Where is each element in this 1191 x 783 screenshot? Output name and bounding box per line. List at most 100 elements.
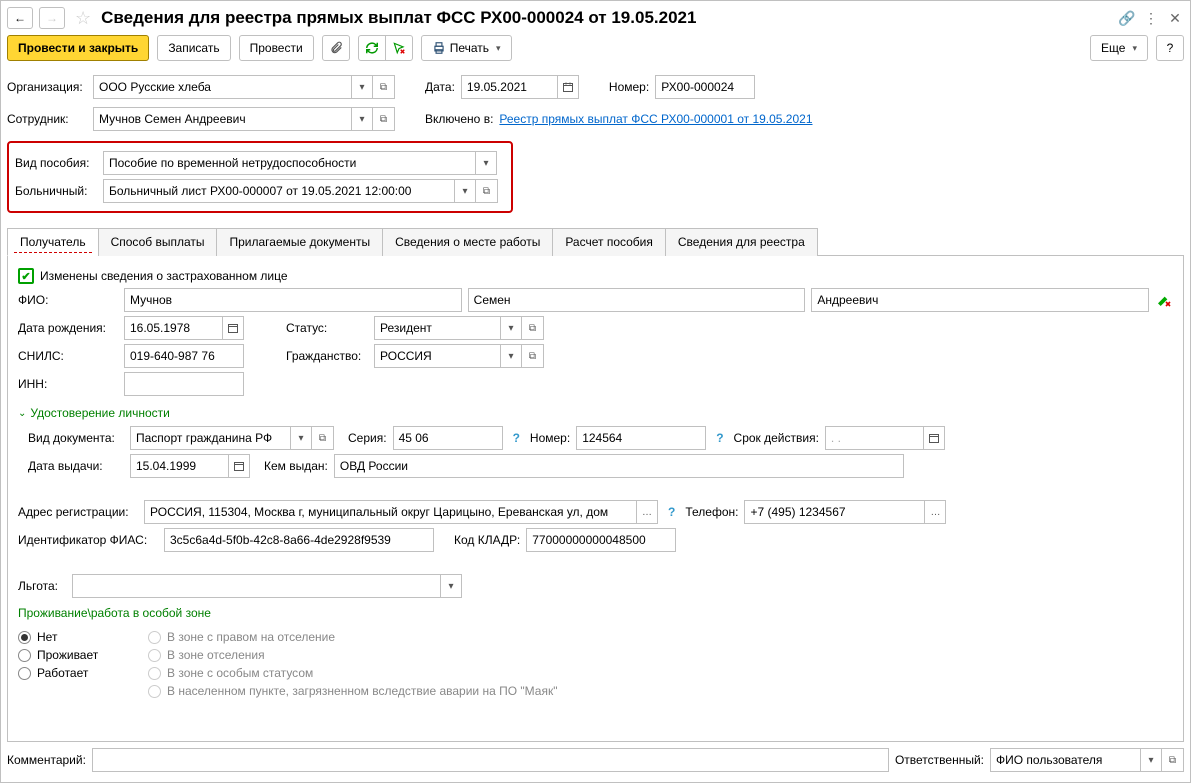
attach-button[interactable] xyxy=(322,35,350,61)
date-label: Дата: xyxy=(425,80,455,94)
comment-label: Комментарий: xyxy=(7,753,86,767)
edit-indicator-icon[interactable] xyxy=(1155,291,1173,309)
tab-workplace-info[interactable]: Сведения о месте работы xyxy=(382,228,553,256)
tab-payment-method[interactable]: Способ выплаты xyxy=(98,228,218,256)
calendar-icon[interactable] xyxy=(228,454,250,478)
zone-right-radio-0 xyxy=(148,631,161,644)
chevron-down-icon: ⌄ xyxy=(18,408,26,419)
identity-section-label: Удостоверение личности xyxy=(30,406,169,420)
middlename-input[interactable]: Андреевич xyxy=(811,288,1149,312)
close-icon[interactable]: ✕ xyxy=(1166,10,1184,27)
kladr-input[interactable]: 77000000000048500 xyxy=(526,528,676,552)
zone-right-label-0: В зоне с правом на отселение xyxy=(167,630,335,644)
open-icon[interactable]: ⧉ xyxy=(312,426,334,450)
ellipsis-icon[interactable]: … xyxy=(636,500,658,524)
lastname-input[interactable]: Мучнов xyxy=(124,288,462,312)
benefit-type-label: Вид пособия: xyxy=(15,156,97,170)
dropdown-icon[interactable]: ▾ xyxy=(454,179,476,203)
help-icon[interactable]: ? xyxy=(668,505,675,519)
menu-dots-icon[interactable]: ⋮ xyxy=(1142,10,1160,27)
more-button[interactable]: Еще xyxy=(1090,35,1148,61)
validity-input[interactable]: . . xyxy=(825,426,923,450)
dropdown-icon[interactable]: ▾ xyxy=(290,426,312,450)
fias-label: Идентификатор ФИАС: xyxy=(18,533,158,547)
zone-left-radio-2[interactable] xyxy=(18,667,31,680)
inn-input[interactable] xyxy=(124,372,244,396)
org-label: Организация: xyxy=(7,80,87,94)
open-icon[interactable]: ⧉ xyxy=(522,316,544,340)
org-input[interactable]: ООО Русские хлеба xyxy=(93,75,351,99)
citizenship-label: Гражданство: xyxy=(286,349,368,363)
favorite-star-icon[interactable]: ☆ xyxy=(75,8,91,29)
open-icon[interactable]: ⧉ xyxy=(522,344,544,368)
dropdown-icon[interactable]: ▾ xyxy=(440,574,462,598)
zone-left-radio-0[interactable] xyxy=(18,631,31,644)
number-input[interactable]: РХ00-000024 xyxy=(655,75,755,99)
firstname-input[interactable]: Семен xyxy=(468,288,806,312)
benefit-code-input[interactable] xyxy=(72,574,440,598)
link-icon[interactable]: 🔗 xyxy=(1118,10,1136,27)
comment-input[interactable] xyxy=(92,748,889,772)
responsible-input[interactable]: ФИО пользователя xyxy=(990,748,1140,772)
series-label: Серия: xyxy=(348,431,387,445)
open-icon[interactable]: ⧉ xyxy=(373,75,395,99)
calendar-icon[interactable] xyxy=(557,75,579,99)
zone-left-radio-1[interactable] xyxy=(18,649,31,662)
zone-right-label-2: В зоне с особым статусом xyxy=(167,666,313,680)
save-button[interactable]: Записать xyxy=(157,35,230,61)
dropdown-icon[interactable]: ▾ xyxy=(1140,748,1162,772)
date-input[interactable]: 19.05.2021 xyxy=(461,75,557,99)
number-label: Номер: xyxy=(609,80,649,94)
series-input[interactable]: 45 06 xyxy=(393,426,503,450)
dropdown-icon[interactable]: ▾ xyxy=(500,344,522,368)
employee-input[interactable]: Мучнов Семен Андреевич xyxy=(93,107,351,131)
dropdown-icon[interactable]: ▾ xyxy=(351,75,373,99)
issued-by-label: Кем выдан: xyxy=(264,459,328,473)
changed-checkbox[interactable]: ✔ xyxy=(18,268,34,284)
open-icon[interactable]: ⧉ xyxy=(476,179,498,203)
post-button[interactable]: Провести xyxy=(239,35,314,61)
help-button[interactable]: ? xyxy=(1156,35,1184,61)
benefit-code-label: Льгота: xyxy=(18,579,66,593)
nav-back-button[interactable]: ← xyxy=(7,7,33,29)
refresh-button[interactable] xyxy=(358,35,386,61)
tab-recipient[interactable]: Получатель xyxy=(7,228,99,256)
refresh-cancel-button[interactable] xyxy=(385,35,413,61)
issued-by-input[interactable]: ОВД России xyxy=(334,454,904,478)
open-icon[interactable]: ⧉ xyxy=(1162,748,1184,772)
calendar-icon[interactable] xyxy=(923,426,945,450)
dob-input[interactable]: 16.05.1978 xyxy=(124,316,222,340)
status-input[interactable]: Резидент xyxy=(374,316,500,340)
doc-number-input[interactable]: 124564 xyxy=(576,426,706,450)
reg-address-input[interactable]: РОССИЯ, 115304, Москва г, муниципальный … xyxy=(144,500,636,524)
dropdown-icon[interactable]: ▾ xyxy=(351,107,373,131)
ellipsis-icon[interactable]: … xyxy=(924,500,946,524)
zone-right-label-3: В населенном пункте, загрязненном вследс… xyxy=(167,684,557,698)
calendar-icon[interactable] xyxy=(222,316,244,340)
tab-attached-docs[interactable]: Прилагаемые документы xyxy=(216,228,383,256)
help-icon[interactable]: ? xyxy=(716,431,723,445)
zone-right-radio-2 xyxy=(148,667,161,680)
citizenship-input[interactable]: РОССИЯ xyxy=(374,344,500,368)
zone-right-label-1: В зоне отселения xyxy=(167,648,265,662)
doc-type-input[interactable]: Паспорт гражданина РФ xyxy=(130,426,290,450)
sicklist-input[interactable]: Больничный лист РХ00-000007 от 19.05.202… xyxy=(103,179,454,203)
included-in-link[interactable]: Реестр прямых выплат ФСС РХ00-000001 от … xyxy=(499,112,812,126)
issue-date-label: Дата выдачи: xyxy=(28,459,124,473)
issue-date-input[interactable]: 15.04.1999 xyxy=(130,454,228,478)
benefit-type-input[interactable]: Пособие по временной нетрудоспособности xyxy=(103,151,475,175)
dropdown-icon[interactable]: ▾ xyxy=(500,316,522,340)
nav-forward-button[interactable]: → xyxy=(39,7,65,29)
open-icon[interactable]: ⧉ xyxy=(373,107,395,131)
tab-benefit-calc[interactable]: Расчет пособия xyxy=(552,228,666,256)
snils-input[interactable]: 019-640-987 76 xyxy=(124,344,244,368)
phone-input[interactable]: +7 (495) 1234567 xyxy=(744,500,924,524)
zone-right-radio-1 xyxy=(148,649,161,662)
fias-input[interactable]: 3c5c6a4d-5f0b-42c8-8a66-4de2928f9539 xyxy=(164,528,434,552)
print-button[interactable]: Печать xyxy=(421,35,512,61)
tab-registry-info[interactable]: Сведения для реестра xyxy=(665,228,818,256)
dropdown-icon[interactable]: ▾ xyxy=(475,151,497,175)
identity-section-header[interactable]: ⌄ Удостоверение личности xyxy=(18,406,1173,420)
help-icon[interactable]: ? xyxy=(513,431,520,445)
post-and-close-button[interactable]: Провести и закрыть xyxy=(7,35,149,61)
